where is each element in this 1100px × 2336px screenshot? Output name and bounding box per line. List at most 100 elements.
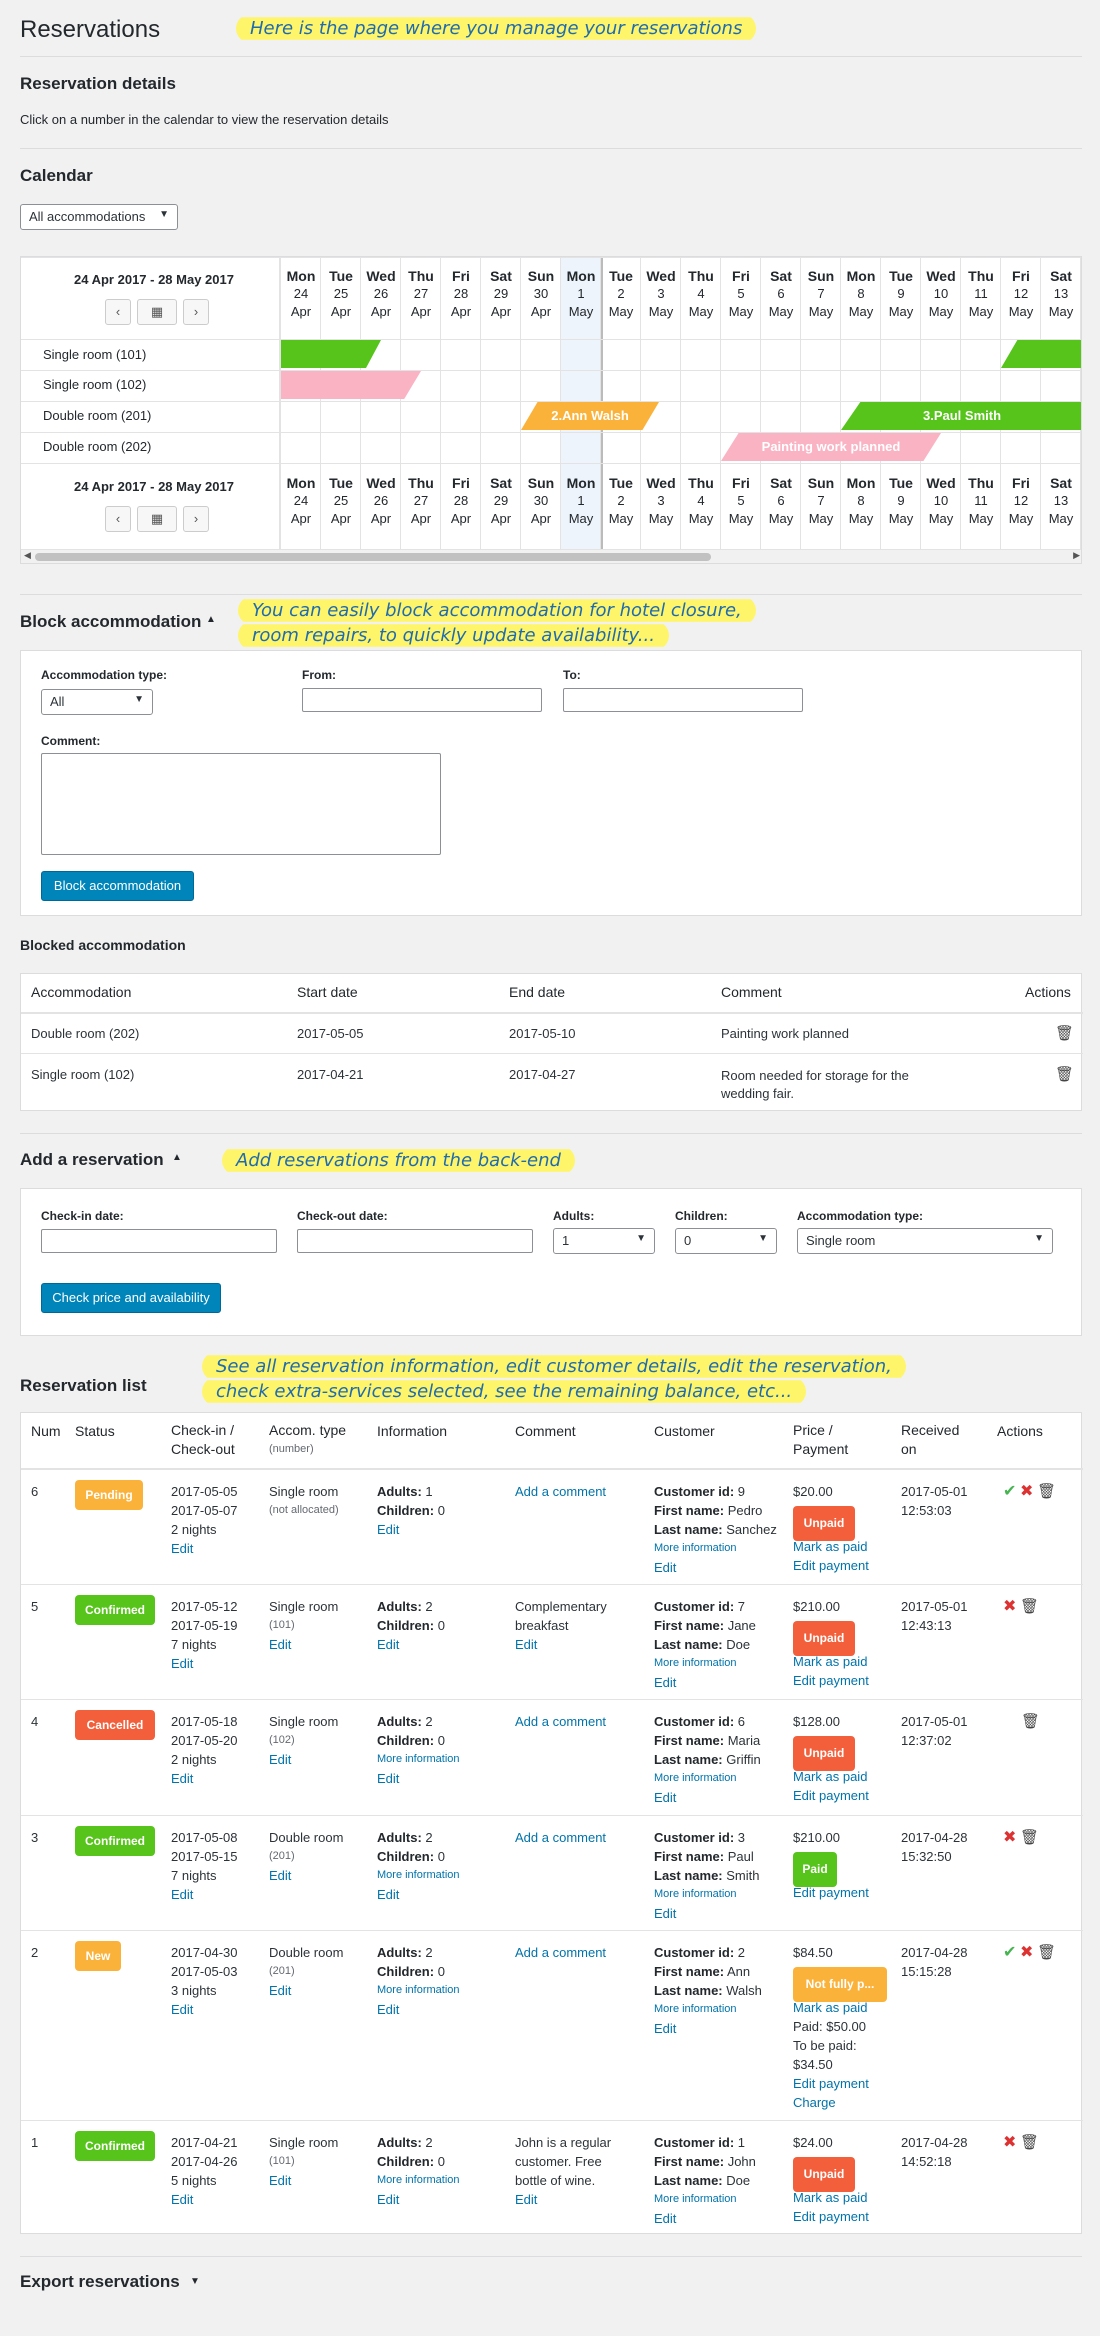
confirm-icon[interactable]: ✔	[1003, 1483, 1016, 1500]
trash-icon[interactable]: 🗑	[1020, 1598, 1039, 1615]
expand-down-icon[interactable]: ▼	[190, 2276, 200, 2287]
check-price-button[interactable]: Check price and availability	[41, 1283, 221, 1313]
checkin-date-input[interactable]	[41, 1229, 277, 1253]
more-information-link[interactable]: More information	[654, 1539, 777, 1558]
more-information-link[interactable]: More information	[377, 1981, 460, 2000]
booking-bar-single-101[interactable]	[281, 340, 381, 368]
add-comment-link[interactable]: Add a comment	[515, 1828, 606, 1847]
edit-customer-link[interactable]: Edit	[654, 2019, 762, 2038]
block-bar-painting[interactable]: Painting work planned	[721, 433, 941, 461]
booking-bar-single-101-late[interactable]	[1001, 340, 1081, 368]
block-from-input[interactable]	[302, 688, 542, 712]
block-accommodation-button[interactable]: Block accommodation	[41, 871, 194, 901]
more-information-link[interactable]: More information	[654, 1885, 760, 1904]
edit-customer-link[interactable]: Edit	[654, 1558, 777, 1577]
edit-accommodation-link[interactable]: Edit	[269, 1866, 343, 1885]
edit-dates-link[interactable]: Edit	[171, 2190, 238, 2209]
add-comment-link[interactable]: Add a comment	[515, 1943, 606, 1962]
calendar-horizontal-scrollbar[interactable]: ◀ ▶	[21, 549, 1081, 563]
calendar-date-picker-button[interactable]: ▦	[137, 299, 177, 325]
collapse-up-icon[interactable]: ▲	[206, 614, 216, 625]
trash-icon[interactable]: 🗑	[1055, 1024, 1074, 1042]
more-information-link[interactable]: More information	[654, 1769, 761, 1788]
cancel-icon[interactable]: ✖	[1003, 2134, 1016, 2151]
edit-customer-link[interactable]: Edit	[654, 1904, 760, 1923]
edit-payment-link[interactable]: Edit payment	[793, 1671, 893, 1690]
booking-bar-ann-walsh[interactable]: 2.Ann Walsh	[521, 402, 659, 430]
more-information-link[interactable]: More information	[377, 1750, 460, 1769]
edit-dates-link[interactable]: Edit	[171, 1539, 238, 1558]
more-information-link[interactable]: More information	[377, 1866, 460, 1885]
add-comment-link[interactable]: Add a comment	[515, 1482, 606, 1501]
children-select[interactable]: 0 ▼	[675, 1228, 777, 1254]
edit-accommodation-link[interactable]: Edit	[269, 1750, 338, 1769]
calendar-date-picker-button-bottom[interactable]: ▦	[137, 506, 177, 532]
block-comment-textarea[interactable]	[41, 753, 441, 855]
comment-line: Room needed for storage for the	[721, 1068, 909, 1083]
calendar-prev-button-bottom[interactable]: ‹	[105, 506, 131, 532]
cancel-icon[interactable]: ✖	[1020, 1483, 1033, 1500]
edit-dates-link[interactable]: Edit	[171, 2000, 238, 2019]
calendar-next-button-bottom[interactable]: ›	[183, 506, 209, 532]
cancel-icon[interactable]: ✖	[1020, 1944, 1033, 1961]
edit-information-link[interactable]: Edit	[377, 2000, 460, 2019]
edit-dates-link[interactable]: Edit	[171, 1885, 238, 1904]
edit-information-link[interactable]: Edit	[377, 1885, 460, 1904]
add-comment-link[interactable]: Add a comment	[515, 1712, 606, 1731]
edit-payment-link[interactable]: Edit payment	[793, 1786, 893, 1805]
more-information-link[interactable]: More information	[377, 2171, 460, 2190]
edit-accommodation-link[interactable]: Edit	[269, 1635, 338, 1654]
edit-accommodation-link[interactable]: Edit	[269, 2171, 338, 2190]
blocked-row-accommodation: Double room (202)	[31, 1026, 140, 1041]
more-information-link[interactable]: More information	[654, 2000, 762, 2019]
export-reservations-heading[interactable]: Export reservations	[20, 2272, 180, 2292]
block-annotation-line2: room repairs, to quickly update availabi…	[238, 621, 669, 650]
edit-information-link[interactable]: Edit	[377, 1635, 445, 1654]
trash-icon[interactable]: 🗑	[1020, 1829, 1039, 1846]
trash-icon[interactable]: 🗑	[1055, 1065, 1074, 1083]
add-reservation-heading[interactable]: Add a reservation	[20, 1150, 164, 1170]
calendar-prev-button[interactable]: ‹	[105, 299, 131, 325]
edit-payment-link[interactable]: Edit payment	[793, 2207, 893, 2226]
trash-icon[interactable]: 🗑	[1037, 1483, 1056, 1500]
trash-icon[interactable]: 🗑	[1021, 1713, 1040, 1730]
block-type-select[interactable]: All ▼	[41, 689, 153, 715]
edit-accommodation-link[interactable]: Edit	[269, 1981, 343, 2000]
collapse-up-icon[interactable]: ▲	[172, 1152, 182, 1163]
cancel-icon[interactable]: ✖	[1003, 1829, 1016, 1846]
more-information-link[interactable]: More information	[654, 2190, 756, 2209]
block-bar-single-102[interactable]	[281, 371, 421, 399]
booking-bar-paul-smith[interactable]: 3.Paul Smith	[841, 402, 1081, 430]
calendar-next-button[interactable]: ›	[183, 299, 209, 325]
edit-comment-link[interactable]: Edit	[515, 1635, 607, 1654]
edit-customer-link[interactable]: Edit	[654, 1673, 756, 1692]
edit-payment-link[interactable]: Edit payment	[793, 2074, 893, 2093]
accommodation-type-select[interactable]: Single room ▼	[797, 1228, 1053, 1254]
edit-payment-link[interactable]: Edit payment	[793, 1556, 893, 1575]
trash-icon[interactable]: 🗑	[1020, 2134, 1039, 2151]
edit-information-link[interactable]: Edit	[377, 2190, 460, 2209]
trash-icon[interactable]: 🗑	[1037, 1944, 1056, 1961]
accommodation-filter-select[interactable]: All accommodations ▼	[20, 204, 178, 230]
edit-dates-link[interactable]: Edit	[171, 1654, 238, 1673]
edit-customer-link[interactable]: Edit	[654, 2209, 756, 2228]
edit-information-link[interactable]: Edit	[377, 1520, 445, 1539]
checkout-date-input[interactable]	[297, 1229, 533, 1253]
scroll-right-icon[interactable]: ▶	[1073, 550, 1080, 561]
edit-information-link[interactable]: Edit	[377, 1769, 460, 1788]
edit-comment-link[interactable]: Edit	[515, 2190, 611, 2209]
comment: Add a comment	[515, 1712, 606, 1731]
block-accommodation-heading[interactable]: Block accommodation	[20, 612, 201, 632]
cancel-icon[interactable]: ✖	[1003, 1598, 1016, 1615]
day-number: 6	[777, 493, 785, 508]
edit-dates-link[interactable]: Edit	[171, 1769, 238, 1788]
confirm-icon[interactable]: ✔	[1003, 1944, 1016, 1961]
scrollbar-thumb[interactable]	[35, 553, 711, 561]
block-to-input[interactable]	[563, 688, 803, 712]
adults-select[interactable]: 1 ▼	[553, 1228, 655, 1254]
received-on: 2017-05-01 12:53:03	[901, 1482, 968, 1520]
more-information-link[interactable]: More information	[654, 1654, 756, 1673]
edit-customer-link[interactable]: Edit	[654, 1788, 761, 1807]
charge-link[interactable]: Charge	[793, 2093, 893, 2112]
scroll-left-icon[interactable]: ◀	[24, 550, 31, 561]
